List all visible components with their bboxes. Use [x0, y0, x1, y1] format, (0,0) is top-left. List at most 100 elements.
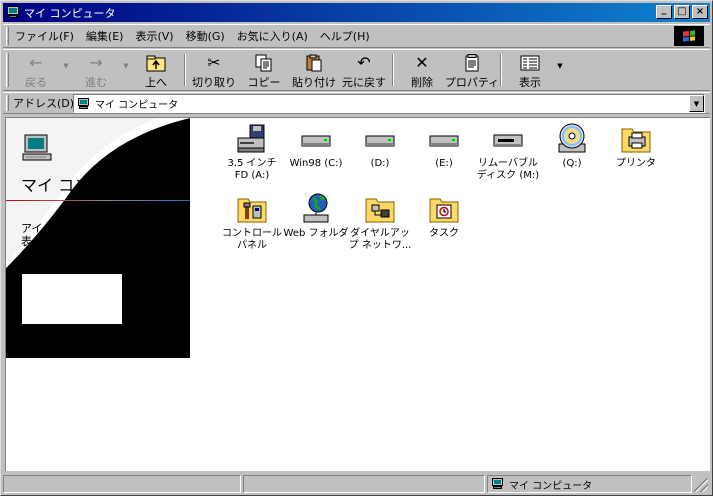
- scheduled-tasks-icon: [427, 192, 461, 226]
- drive-a[interactable]: 3.5 インチ FD (A:): [220, 122, 284, 182]
- web-folders[interactable]: Web フォルダ: [283, 192, 349, 240]
- hard-drive-icon: [363, 122, 397, 156]
- drive-q[interactable]: (Q:): [540, 122, 604, 170]
- back-arrow-icon: ←: [29, 53, 43, 72]
- views-icon: [519, 53, 541, 73]
- address-bar: アドレス(D) マイ コンピュータ ▼: [3, 92, 710, 114]
- delete-x-icon: ✕: [415, 53, 429, 72]
- menu-file[interactable]: ファイル(F): [9, 28, 80, 44]
- removable-disk-icon: [491, 122, 525, 156]
- properties-button[interactable]: プロパティ: [444, 50, 500, 90]
- status-location-text: マイ コンピュータ: [509, 480, 593, 492]
- printers-folder-icon: [619, 122, 653, 156]
- web-folder-icon: [299, 192, 333, 226]
- status-bar: マイ コンピュータ: [3, 474, 710, 494]
- drive-m[interactable]: リムーバブル ディスク (M:): [476, 122, 540, 182]
- maximize-button[interactable]: □: [674, 5, 690, 19]
- status-pane-size: [243, 475, 485, 493]
- dial-up-networking[interactable]: ダイヤルアップ ネットワ...: [348, 192, 412, 252]
- scissors-icon: ✂: [207, 53, 221, 72]
- views-label: 表示: [519, 76, 541, 89]
- maximize-icon: □: [677, 6, 687, 17]
- web-view-panel: マイ コンピ アイ 表: [6, 118, 190, 358]
- item-label: (D:): [370, 158, 390, 169]
- drive-c[interactable]: Win98 (C:): [284, 122, 348, 170]
- folder-view[interactable]: マイ コンピ アイ 表 3.5 インチ FD (A:) Win98 (C:) (…: [5, 117, 710, 471]
- control-panel-icon: [235, 192, 269, 226]
- delete-button[interactable]: ✕ 削除: [397, 50, 447, 90]
- forward-dropdown-icon[interactable]: ▼: [121, 50, 131, 90]
- hard-drive-icon: [427, 122, 461, 156]
- forward-button[interactable]: → 進む: [71, 50, 121, 90]
- menu-view[interactable]: 表示(V): [129, 28, 179, 44]
- menu-favorites[interactable]: お気に入り(A): [231, 28, 314, 44]
- toolbar-separator: [392, 54, 394, 86]
- copy-icon: [253, 53, 275, 73]
- views-dropdown-icon[interactable]: ▼: [555, 50, 565, 90]
- scheduled-tasks[interactable]: タスク: [412, 192, 476, 240]
- floppy-drive-icon: [235, 122, 269, 156]
- undo-button[interactable]: ↶ 元に戻す: [339, 50, 389, 90]
- web-view-divider: [6, 200, 190, 201]
- menu-help[interactable]: ヘルプ(H): [314, 28, 376, 44]
- minimize-button[interactable]: _: [656, 5, 672, 19]
- forward-arrow-icon: →: [89, 53, 103, 72]
- close-icon: ×: [695, 6, 705, 17]
- address-field[interactable]: マイ コンピュータ ▼: [73, 94, 705, 113]
- item-label: Win98 (C:): [289, 158, 343, 169]
- undo-label: 元に戻す: [342, 76, 386, 89]
- web-view-description-line: 表: [21, 235, 32, 248]
- back-dropdown-icon[interactable]: ▼: [61, 50, 71, 90]
- item-label: ディスク (M:): [476, 170, 540, 181]
- back-button[interactable]: ← 戻る: [11, 50, 61, 90]
- copy-button[interactable]: コピー: [239, 50, 289, 90]
- item-label: ダイヤルアッ: [350, 228, 410, 239]
- menu-edit[interactable]: 編集(E): [80, 28, 130, 44]
- item-label: パネル: [237, 240, 267, 251]
- close-button[interactable]: ×: [692, 5, 708, 19]
- web-view-description: アイ 表: [21, 222, 42, 248]
- item-label: プリンタ: [616, 158, 656, 169]
- explorer-window: マイ コンピュータ _ □ × ファイル(F) 編集(E) 表示(V) 移動(G…: [0, 0, 713, 496]
- cut-button[interactable]: ✂ 切り取り: [189, 50, 239, 90]
- my-computer-icon: [77, 97, 91, 110]
- dial-up-networking-icon: [363, 192, 397, 226]
- printers-folder[interactable]: プリンタ: [604, 122, 668, 170]
- copy-label: コピー: [247, 76, 281, 89]
- undo-icon: ↶: [357, 53, 371, 72]
- my-computer-large-icon: [22, 134, 52, 164]
- web-view-title: マイ コンピ: [21, 176, 107, 195]
- paste-button[interactable]: 貼り付け: [289, 50, 339, 90]
- toolbar-grip[interactable]: [6, 53, 9, 87]
- views-button[interactable]: 表示: [505, 50, 555, 90]
- title-bar[interactable]: マイ コンピュータ _ □ ×: [3, 3, 710, 22]
- minimize-icon: _: [661, 4, 667, 15]
- control-panel[interactable]: コントロール パネル: [220, 192, 284, 252]
- menu-bar: ファイル(F) 編集(E) 表示(V) 移動(G) お気に入り(A) ヘルプ(H…: [3, 24, 710, 48]
- item-label: (Q:): [562, 158, 582, 169]
- windows-logo-icon: [674, 26, 704, 46]
- resize-grip-icon[interactable]: [694, 478, 708, 492]
- address-dropdown-icon[interactable]: ▼: [689, 95, 704, 112]
- drive-e[interactable]: (E:): [412, 122, 476, 170]
- address-grip[interactable]: [6, 95, 9, 111]
- item-label: FD (A:): [234, 170, 270, 181]
- paste-label: 貼り付け: [292, 76, 336, 89]
- toolbar-separator: [184, 54, 186, 86]
- forward-label: 進む: [85, 76, 107, 89]
- properties-label: プロパティ: [444, 76, 500, 89]
- my-computer-icon: [6, 6, 20, 19]
- cd-drive-icon: [555, 122, 589, 156]
- toolbar-separator: [500, 54, 502, 86]
- drive-d[interactable]: (D:): [348, 122, 412, 170]
- standard-toolbar: ← 戻る ▼ → 進む ▼ 上へ ✂ 切り取り コピー 貼り付け ↶ 元に戻す …: [3, 49, 710, 91]
- item-label: Web フォルダ: [283, 228, 349, 239]
- status-pane-location: マイ コンピュータ: [487, 475, 692, 493]
- clipboard-icon: [303, 53, 325, 73]
- properties-icon: [461, 53, 483, 73]
- delete-label: 削除: [411, 76, 433, 89]
- menu-go[interactable]: 移動(G): [180, 28, 231, 44]
- up-button[interactable]: 上へ: [131, 50, 181, 90]
- item-label: (E:): [435, 158, 453, 169]
- item-label: リムーバブル: [478, 158, 538, 169]
